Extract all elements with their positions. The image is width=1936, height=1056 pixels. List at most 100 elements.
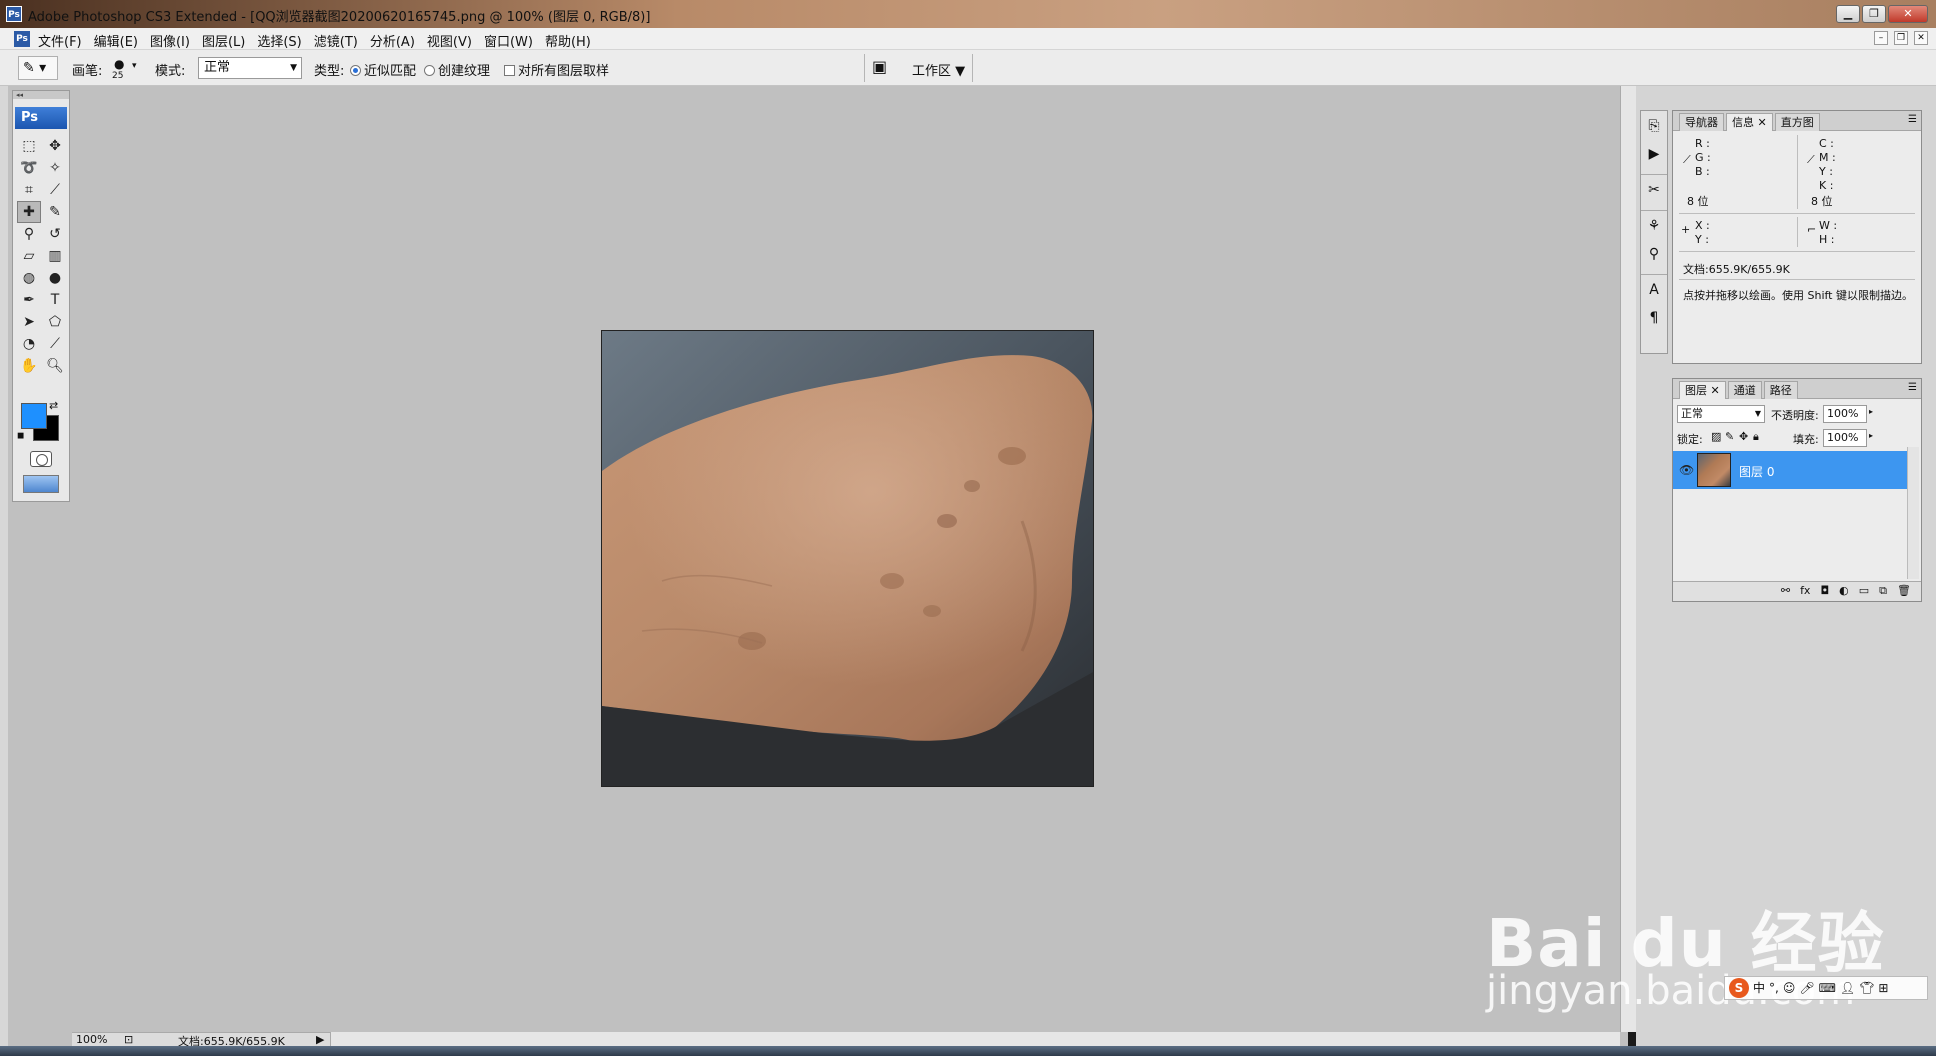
default-colors-icon[interactable]: ◼	[17, 431, 24, 441]
maximize-button[interactable]: ❐	[1862, 5, 1886, 23]
doc-close-button[interactable]: ✕	[1914, 31, 1928, 45]
brush-picker[interactable]: ● 25 ▾	[110, 55, 140, 83]
status-icon[interactable]: ⊡	[124, 1033, 133, 1046]
tab-layers[interactable]: 图层 ✕	[1679, 381, 1726, 399]
close-button[interactable]: ✕	[1888, 5, 1928, 23]
notes-tool-icon[interactable]: ◔	[17, 333, 41, 355]
fill-slider-arrow-icon[interactable]: ▸	[1869, 431, 1873, 440]
menu-filter[interactable]: 滤镜(T)	[314, 31, 358, 50]
layer-mask-icon[interactable]: ◘	[1820, 582, 1829, 601]
healing-brush-tool-icon[interactable]: ✚	[17, 201, 41, 223]
tab-navigator[interactable]: 导航器	[1679, 113, 1724, 131]
brushes-panel-icon[interactable]: ⚘	[1641, 213, 1667, 239]
menu-edit[interactable]: 编辑(E)	[94, 31, 138, 50]
tab-paths[interactable]: 路径	[1763, 381, 1798, 399]
magic-wand-tool-icon[interactable]: ✧	[43, 157, 67, 179]
history-panel-icon[interactable]: ⎘	[1641, 113, 1667, 139]
ime-punct-icon[interactable]: °,	[1769, 977, 1779, 999]
actions-panel-icon[interactable]: ▶	[1641, 141, 1667, 167]
panel-menu-icon[interactable]: ☰	[1908, 382, 1917, 393]
new-layer-icon[interactable]: ⧉	[1879, 582, 1887, 601]
blend-mode-select[interactable]: 正常 ▼	[1677, 405, 1765, 423]
document-canvas-image[interactable]	[601, 330, 1094, 787]
sogou-ime-icon[interactable]: S	[1729, 978, 1749, 998]
layer-style-icon[interactable]: fx	[1800, 582, 1810, 601]
pen-tool-icon[interactable]: ✒	[17, 289, 41, 311]
doc-restore-button[interactable]: ❐	[1894, 31, 1908, 45]
move-tool-icon[interactable]: ✥	[43, 135, 67, 157]
layer-row[interactable]: 👁︎ 图层 0	[1673, 451, 1907, 489]
close-icon[interactable]: ✕	[1758, 116, 1767, 129]
document-icon[interactable]: Ps	[14, 31, 30, 47]
tool-presets-icon[interactable]: ✂	[1641, 177, 1667, 203]
palette-well-icon[interactable]: ▣	[872, 57, 887, 76]
shape-tool-icon[interactable]: ⬠	[43, 311, 67, 333]
layers-scrollbar[interactable]	[1907, 447, 1919, 579]
lock-transparency-icon[interactable]: ▨	[1711, 430, 1721, 443]
menu-analysis[interactable]: 分析(A)	[370, 31, 415, 50]
path-selection-tool-icon[interactable]: ➤	[17, 311, 41, 333]
menu-layer[interactable]: 图层(L)	[202, 31, 245, 50]
menu-file[interactable]: 文件(F)	[38, 31, 82, 50]
clone-source-icon[interactable]: ⚲	[1641, 241, 1667, 267]
lasso-tool-icon[interactable]: ➰	[17, 157, 41, 179]
delete-layer-icon[interactable]: 🗑︎	[1897, 582, 1911, 601]
type-create-texture[interactable]: 创建纹理	[424, 60, 490, 79]
ime-lang-icon[interactable]: 中	[1753, 977, 1765, 999]
eyedropper-tool-icon[interactable]: ⟋	[43, 333, 67, 355]
minimize-button[interactable]: ▁	[1836, 5, 1860, 23]
ime-user-icon[interactable]: 👤︎	[1840, 977, 1855, 999]
opacity-input[interactable]: 100%	[1823, 405, 1867, 423]
fill-input[interactable]: 100%	[1823, 429, 1867, 447]
menu-image[interactable]: 图像(I)	[150, 31, 190, 50]
sample-all-layers-checkbox[interactable]: 对所有图层取样	[504, 60, 609, 79]
toolbox-grip[interactable]: ◂◂	[13, 91, 69, 99]
type-tool-icon[interactable]: T	[43, 289, 67, 311]
close-icon[interactable]: ✕	[1711, 384, 1720, 397]
menu-help[interactable]: 帮助(H)	[545, 31, 591, 50]
panel-menu-icon[interactable]: ☰	[1908, 114, 1917, 125]
workspace-menu[interactable]: 工作区 ▼	[912, 60, 965, 79]
marquee-tool-icon[interactable]: ⬚	[17, 135, 41, 157]
ime-voice-icon[interactable]: 🎤︎	[1799, 977, 1814, 999]
opacity-slider-arrow-icon[interactable]: ▸	[1869, 407, 1873, 416]
ime-emoji-icon[interactable]: ☺	[1783, 977, 1796, 999]
ime-keyboard-icon[interactable]: ⌨	[1819, 977, 1836, 999]
eye-icon[interactable]: 👁︎	[1679, 463, 1694, 477]
quick-mask-button[interactable]	[30, 451, 52, 467]
mode-select[interactable]: 正常 ▼	[198, 57, 302, 79]
paragraph-panel-icon[interactable]: ¶	[1641, 305, 1667, 331]
gradient-tool-icon[interactable]: ▥	[43, 245, 67, 267]
tool-preset-picker[interactable]: ✎ ▾	[18, 56, 58, 80]
lock-position-icon[interactable]: ✥	[1739, 430, 1748, 443]
dodge-tool-icon[interactable]: ●	[43, 267, 67, 289]
link-layers-icon[interactable]: ⚯	[1781, 582, 1790, 601]
layer-name[interactable]: 图层 0	[1739, 463, 1774, 480]
type-proximity-match[interactable]: 近似匹配	[350, 60, 416, 79]
crop-tool-icon[interactable]: ⌗	[17, 179, 41, 201]
swap-colors-icon[interactable]: ⇄	[49, 399, 58, 412]
horizontal-scrollbar[interactable]	[330, 1032, 1620, 1046]
foreground-color-swatch[interactable]	[21, 403, 47, 429]
zoom-level[interactable]: 100%	[76, 1033, 107, 1046]
status-menu-arrow-icon[interactable]: ▶	[316, 1033, 324, 1046]
vertical-scrollbar[interactable]	[1620, 86, 1636, 1032]
character-panel-icon[interactable]: A	[1641, 277, 1667, 303]
ps-logo[interactable]: Ps	[15, 107, 67, 129]
eraser-tool-icon[interactable]: ▱	[17, 245, 41, 267]
slice-tool-icon[interactable]: ⟋	[43, 179, 67, 201]
history-brush-tool-icon[interactable]: ↺	[43, 223, 67, 245]
tab-channels[interactable]: 通道	[1727, 381, 1762, 399]
adjustment-layer-icon[interactable]: ◐	[1839, 582, 1849, 601]
tab-histogram[interactable]: 直方图	[1774, 113, 1820, 131]
clone-stamp-tool-icon[interactable]: ⚲	[17, 223, 41, 245]
menu-window[interactable]: 窗口(W)	[484, 31, 533, 50]
menu-view[interactable]: 视图(V)	[427, 31, 472, 50]
ime-skin-icon[interactable]: 👕︎	[1859, 977, 1874, 999]
blur-tool-icon[interactable]: ◍	[17, 267, 41, 289]
brush-tool-icon[interactable]: ✎	[43, 201, 67, 223]
lock-all-icon[interactable]: 🔒︎	[1753, 430, 1759, 444]
lock-pixels-icon[interactable]: ✎	[1725, 430, 1734, 443]
hand-tool-icon[interactable]: ✋	[17, 355, 41, 377]
new-group-icon[interactable]: ▭	[1859, 582, 1869, 601]
